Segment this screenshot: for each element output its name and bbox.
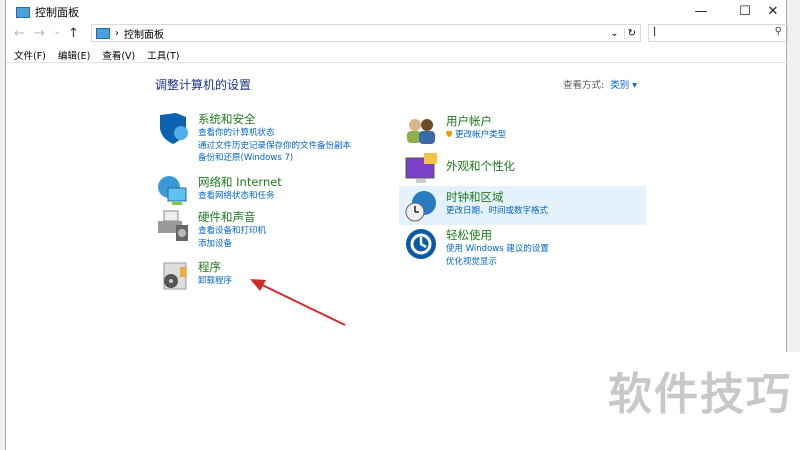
watermark: 软件技巧 (608, 369, 792, 420)
